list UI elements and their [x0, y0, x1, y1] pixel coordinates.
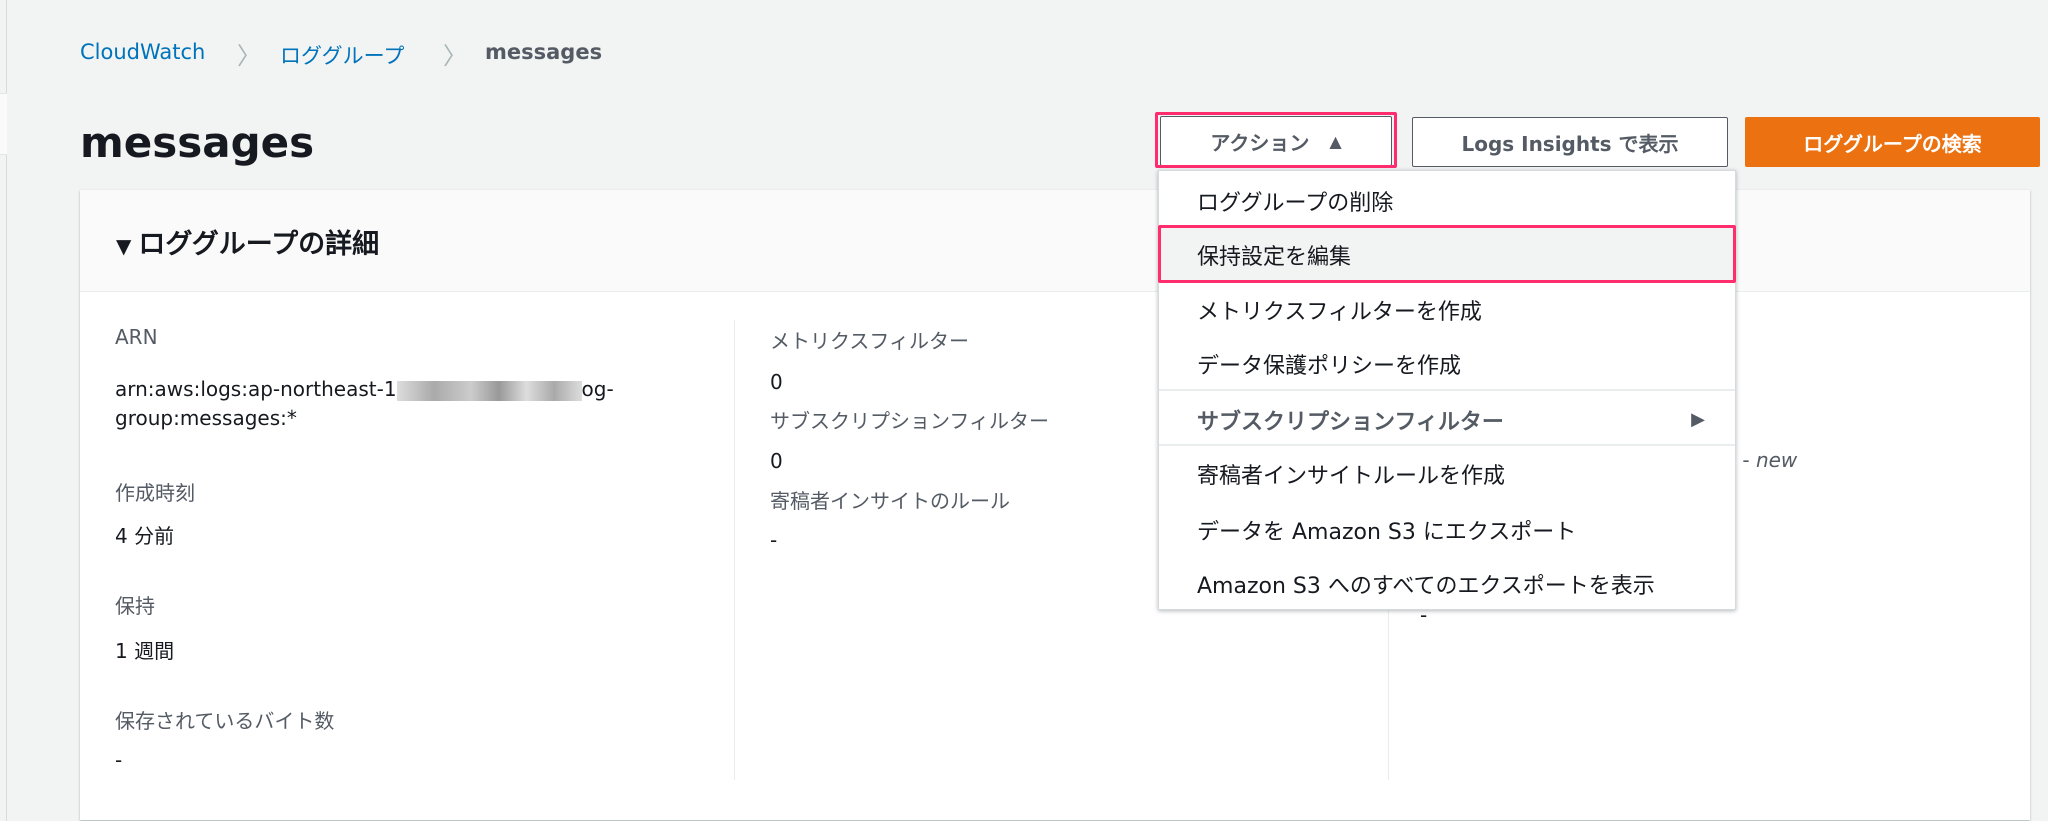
breadcrumb-cloudwatch[interactable]: CloudWatch	[80, 40, 205, 64]
menu-item-subscription-filter[interactable]: サブスクリプションフィルター ▶	[1159, 392, 1735, 447]
arn-value: arn:aws:logs:ap-northeast-1 og-	[115, 377, 614, 401]
highlight-box	[1155, 112, 1397, 168]
subscription-filter-label: サブスクリプションフィルター	[770, 409, 1049, 433]
arn-label: ARN	[115, 325, 158, 349]
new-badge: new	[1755, 448, 1798, 472]
panel-title-text: ロググループの詳細	[138, 229, 380, 260]
panel-title: ▼ ロググループの詳細	[116, 222, 379, 261]
menu-item-create-metric-filter[interactable]: メトリクスフィルターを作成	[1159, 282, 1735, 337]
breadcrumb-log-groups[interactable]: ロググループ	[280, 40, 404, 70]
contributor-rules-value: -	[770, 528, 778, 552]
submenu-label: サブスクリプションフィルター	[1197, 409, 1504, 435]
arn-suffix: og-	[581, 377, 614, 401]
retention-value: 1 週間	[115, 639, 175, 663]
stored-bytes-value: -	[115, 748, 123, 772]
contributor-rules-label: 寄稿者インサイトのルール	[770, 489, 1010, 513]
breadcrumb-current: messages	[485, 40, 603, 64]
arn-prefix: arn:aws:logs:ap-northeast-1	[115, 377, 397, 401]
stored-bytes-label: 保存されているバイト数	[115, 709, 335, 733]
caret-down-icon: ▼	[116, 234, 139, 258]
redacted-account-id	[396, 380, 582, 401]
menu-item-delete-log-group[interactable]: ロググループの削除	[1159, 173, 1735, 228]
arn-value-line2: group:messages:*	[115, 406, 297, 430]
menu-item-create-contributor-rule[interactable]: 寄稿者インサイトルールを作成	[1159, 446, 1735, 501]
menu-divider	[1159, 389, 1735, 391]
search-log-group-button[interactable]: ロググループの検索	[1745, 117, 2040, 167]
sidebar-item[interactable]	[0, 93, 7, 155]
menu-item-view-s3-exports[interactable]: Amazon S3 へのすべてのエクスポートを表示	[1159, 556, 1735, 611]
created-value: 4 分前	[115, 524, 175, 548]
retention-label: 保持	[115, 594, 155, 618]
highlight-box	[1158, 225, 1736, 283]
panel-header[interactable]: ▼ ロググループの詳細	[80, 190, 2030, 292]
logs-insights-button[interactable]: Logs Insights で表示	[1412, 117, 1728, 167]
chevron-right-icon: 〉	[237, 42, 261, 70]
metric-filter-value: 0	[770, 370, 783, 394]
page-title: messages	[80, 118, 315, 167]
log-group-details-panel: ▼ ロググループの詳細	[80, 190, 2030, 820]
menu-item-export-to-s3[interactable]: データを Amazon S3 にエクスポート	[1159, 502, 1735, 557]
created-label: 作成時刻	[115, 481, 195, 505]
column-divider	[734, 320, 735, 780]
caret-right-icon: ▶	[1691, 409, 1705, 430]
subscription-filter-value: 0	[770, 449, 783, 473]
menu-item-create-data-protection-policy[interactable]: データ保護ポリシーを作成	[1159, 336, 1735, 391]
chevron-right-icon: 〉	[443, 42, 467, 70]
metric-filter-label: メトリクスフィルター	[770, 329, 969, 353]
